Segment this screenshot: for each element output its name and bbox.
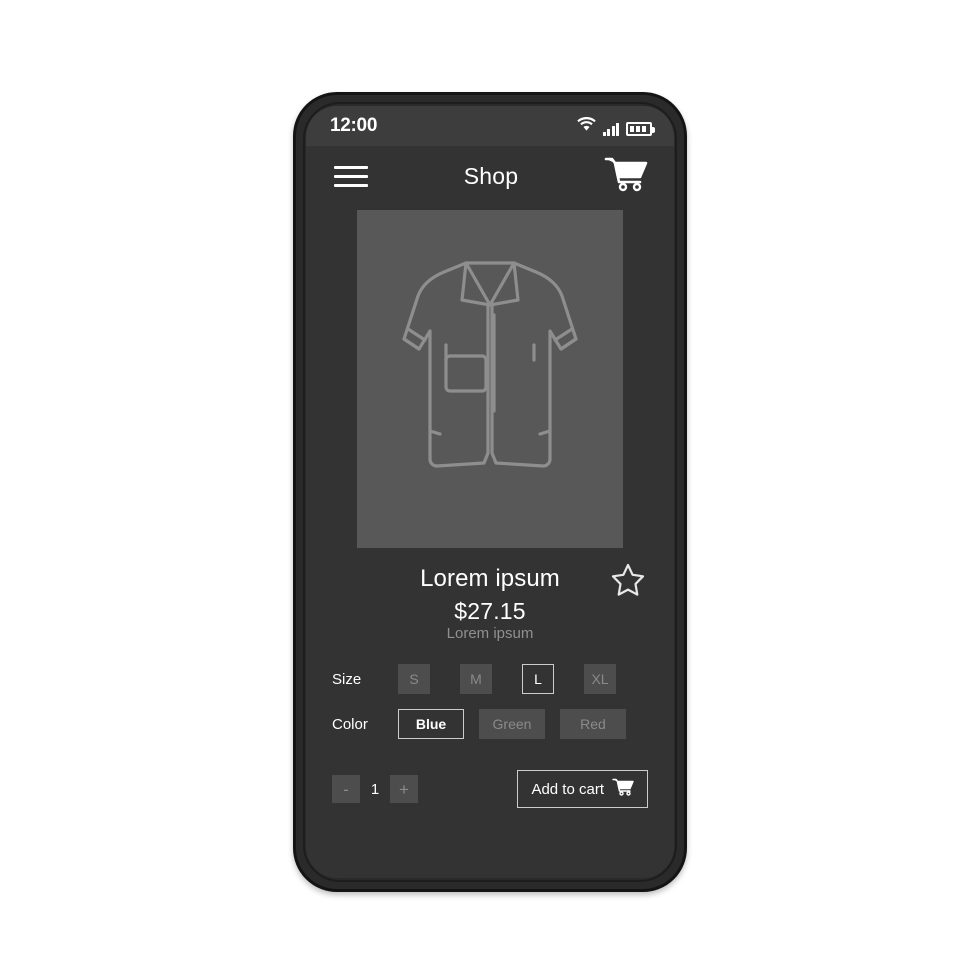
product-subtitle: Lorem ipsum <box>446 625 534 642</box>
color-label: Color <box>332 715 368 733</box>
quantity-decrement-button[interactable]: - <box>332 775 360 803</box>
product-info-section: Lorem ipsum $27.15 Lorem ipsum <box>306 548 674 642</box>
add-to-cart-label: Add to cart <box>531 780 604 798</box>
phone-screen: 12:00 Shop Lorem ipsum $27.15 Lorem ipsu… <box>306 106 674 878</box>
battery-icon <box>626 121 655 136</box>
add-to-cart-button[interactable]: Add to cart <box>517 770 648 808</box>
size-chip-group: S M L XL <box>398 664 648 694</box>
wifi-icon <box>576 116 596 136</box>
page-title: Shop <box>463 162 519 189</box>
phone-device-frame: 12:00 Shop Lorem ipsum $27.15 Lorem ipsu… <box>293 92 687 892</box>
product-price: $27.15 <box>454 598 526 624</box>
color-chip-red[interactable]: Red <box>560 709 626 739</box>
color-chip-blue[interactable]: Blue <box>398 709 464 739</box>
add-to-cart-cart-icon <box>612 778 634 800</box>
color-chip-group: Blue Green Red <box>398 709 648 739</box>
favorite-star-icon[interactable] <box>610 562 646 603</box>
shirt-illustration-icon <box>402 261 578 468</box>
quantity-increment-button[interactable]: + <box>390 775 418 803</box>
product-title: Lorem ipsum <box>420 565 560 592</box>
cart-action-row: - 1 + Add to cart <box>306 754 674 808</box>
product-options-section: Size S M L XL Color Blue Green Red <box>306 642 674 754</box>
app-header-bar: Shop <box>306 146 674 206</box>
size-option-row: Size S M L XL <box>332 664 648 694</box>
size-label: Size <box>332 670 362 688</box>
status-bar-time: 12:00 <box>330 115 378 136</box>
cart-icon[interactable] <box>604 156 648 197</box>
product-image[interactable] <box>357 210 623 548</box>
hamburger-menu-icon[interactable] <box>334 165 368 187</box>
color-chip-green[interactable]: Green <box>479 709 545 739</box>
size-chip-s[interactable]: S <box>398 664 430 694</box>
product-title-row: Lorem ipsum <box>332 562 648 596</box>
product-image-container <box>306 206 674 548</box>
color-option-row: Color Blue Green Red <box>332 709 648 739</box>
size-chip-xl[interactable]: XL <box>584 664 616 694</box>
size-chip-m[interactable]: M <box>460 664 492 694</box>
quantity-stepper: - 1 + <box>332 775 418 803</box>
size-chip-l[interactable]: L <box>522 664 554 694</box>
status-bar: 12:00 <box>306 106 674 146</box>
signal-bars-icon <box>602 122 619 136</box>
status-bar-icons <box>576 116 655 136</box>
quantity-value: 1 <box>370 780 380 798</box>
